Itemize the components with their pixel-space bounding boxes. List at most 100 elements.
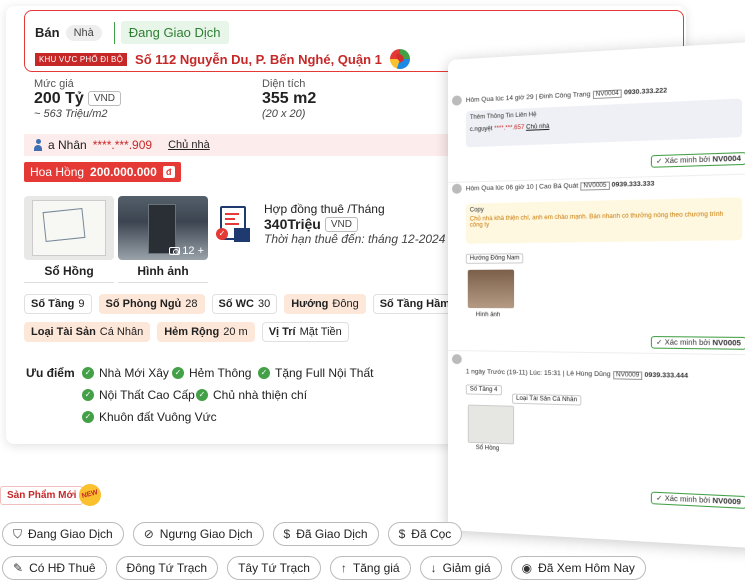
property-tag: Hẻm Rộng 20 m: [157, 322, 255, 342]
message-header: 1 ngày Trước (19-11) Lúc: 15:31 | Lê Hùn…: [465, 368, 689, 380]
check-icon: ✓: [82, 411, 94, 423]
dong-icon: đ: [162, 166, 175, 178]
đã-cọc-button[interactable]: $ Đã Cọc: [387, 522, 463, 546]
area-value: 355 m2: [262, 90, 317, 107]
property-tag: Số Phòng Ngủ 28: [98, 294, 205, 314]
address: Số 112 Nguyễn Du, P. Bến Nghé, Quận 1: [135, 51, 382, 67]
photo-thumbnail[interactable]: [467, 269, 515, 309]
lease-block: Hợp đồng thuê /Tháng 340Triệu VND Thời hạ…: [264, 202, 445, 246]
edit-icon: ✎: [13, 561, 24, 575]
direction-chip: Hướng Đông Nam: [465, 253, 524, 264]
tăng-giá-button[interactable]: ↑ Tăng giá: [329, 556, 411, 580]
check-icon: ✓: [82, 389, 94, 401]
area-label: Diện tích: [262, 78, 306, 90]
tây-tứ-trạch-button[interactable]: Tây Tứ Trạch: [227, 556, 321, 580]
verified-badge: ✓ Xác minh bởi NV0004: [650, 151, 745, 168]
status-badge[interactable]: Đang Giao Dịch: [120, 21, 229, 44]
advantage-item: ✓ Nhà Mới Xây: [82, 366, 169, 380]
photo-count: 12 +: [169, 245, 204, 257]
lease-unit: VND: [324, 217, 358, 232]
property-tag: Vị Trí Mặt Tiền: [261, 322, 349, 342]
commission-bar: Hoa Hồng 200.000.000 đ: [24, 162, 181, 182]
google-maps-icon[interactable]: [389, 49, 410, 69]
đang-giao-dịch-button[interactable]: ⛉ Đang Giao Dịch: [2, 522, 124, 546]
photos-label: Hình ảnh: [137, 264, 189, 278]
price-value: 200 Tỷ: [34, 90, 84, 107]
commission-label: Hoa Hồng: [30, 165, 85, 179]
land-title-thumbnail[interactable]: [24, 196, 114, 260]
message-header: Hôm Qua lúc 06 giờ 10 | Cao Bá Quát NV000…: [465, 180, 655, 193]
eye-icon: ◉: [521, 561, 533, 575]
activity-panel[interactable]: Hôm Qua lúc 14 giờ 29 | Đinh Công Trang N…: [448, 41, 745, 549]
property-tag: Loại Tài Sản Cá Nhân: [24, 322, 151, 342]
filter-actions: ✎ Có HĐ Thuê Đông Tứ Trạch Tây Tứ Trạch ↑ Tăn…: [2, 556, 646, 580]
advantage-item: ✓ Chủ nhà thiện chí: [196, 388, 307, 402]
có-hđ-thuê-button[interactable]: ✎ Có HĐ Thuê: [2, 556, 107, 580]
advantages-label: Ưu điểm: [26, 366, 75, 380]
property-tag: Số WC 30: [211, 294, 278, 314]
lease-title: Hợp đồng thuê /Tháng: [264, 202, 385, 216]
tag-chip: Loại Tài Sản Cá Nhân: [512, 393, 582, 406]
price-unit: VND: [87, 91, 121, 106]
area-dims: (20 x 20): [262, 108, 306, 120]
price-block: Mức giá 200 Tỷ VND ~ 563 Triệu/m2: [34, 78, 121, 120]
tag-chip: Số Tầng 4: [465, 384, 502, 396]
property-tag: Số Tầng 9: [24, 294, 92, 314]
owner-role-link[interactable]: Chủ nhà: [168, 139, 210, 151]
advantage-item: ✓ Nội Thất Cao Cấp: [82, 388, 195, 402]
price-per-m2: ~ 563 Triệu/m2: [34, 108, 108, 120]
message-header: Hôm Qua lúc 14 giờ 29 | Đinh Công Trang N…: [465, 87, 668, 105]
verified-badge: ✓ Xác minh bởi NV0009: [650, 491, 745, 509]
arrow-down-icon: ↓: [430, 561, 437, 575]
ngưng-giao-dịch-button[interactable]: ⊘ Ngưng Giao Dịch: [132, 522, 264, 546]
avatar: [451, 95, 462, 106]
arrow-up-icon: ↑: [340, 561, 347, 575]
land-title-label: Sổ Hồng: [44, 264, 94, 278]
ban-icon: ⊘: [143, 527, 154, 541]
advantage-item: ✓ Khuôn đất Vuông Vức: [82, 410, 217, 424]
camera-icon: [169, 247, 181, 255]
avatar: [451, 183, 462, 194]
activity-message: Hôm Qua lúc 06 giờ 10 | Cao Bá Quát NV000…: [448, 175, 745, 350]
giảm-giá-button[interactable]: ↓ Giảm giá: [419, 556, 502, 580]
dollar-icon: $: [398, 527, 406, 541]
property-tags-row-2: Loại Tài Sản Cá Nhân Hẻm Rộng 20 m Vị Trí Mặt…: [24, 322, 349, 342]
đã-giao-dịch-button[interactable]: $ Đã Giao Dịch: [272, 522, 379, 546]
đông-tứ-trạch-button[interactable]: Đông Tứ Trạch: [115, 556, 219, 580]
owner-phone[interactable]: ****.***.909: [93, 138, 152, 152]
commission-value: 200.000.000: [90, 165, 157, 179]
dollar-icon: $: [283, 527, 291, 541]
note-box: Copy Chủ nhà khá thiện chí, anh em chào …: [465, 197, 743, 244]
photo-gallery-thumbnail[interactable]: 12 +: [118, 196, 208, 260]
check-icon: ✓: [196, 389, 208, 401]
owner-name: a Nhân: [48, 138, 87, 152]
category-badge: Nhà: [65, 24, 102, 41]
property-tags-row-1: Số Tầng 9 Số Phòng Ngủ 28 Số WC 30 Hướng Đông Số…: [24, 294, 468, 314]
activity-message: 1 ngày Trước (19-11) Lúc: 15:31 | Lê Hùn…: [448, 354, 745, 509]
đã-xem-hôm-nay-button[interactable]: ◉ Đã Xem Hôm Nay: [510, 556, 646, 580]
avatar: [451, 354, 462, 365]
divider: [113, 21, 115, 44]
activity-message: Hôm Qua lúc 14 giờ 29 | Đinh Công Trang N…: [448, 81, 745, 168]
property-tag: Hướng Đông: [284, 294, 366, 314]
lease-term: Thời hạn thuê đến: tháng 12-2024: [264, 232, 446, 246]
area-block: Diện tích 355 m2 (20 x 20): [262, 78, 316, 120]
new-product-label: Sản Phẩm Mới: [0, 485, 84, 505]
person-icon: [34, 139, 42, 151]
zone-tag: KHU VỰC PHỐ ĐI BỘ: [35, 52, 128, 66]
lease-contract-icon: ✓: [216, 204, 252, 246]
advantage-item: ✓ Tặng Full Nội Thất: [258, 366, 374, 380]
verified-badge: ✓ Xác minh bởi NV0005: [650, 335, 745, 350]
shield-check-icon: ⛉: [13, 526, 23, 541]
listing-type: Bán: [35, 25, 60, 40]
new-product-badge: Sản Phẩm Mới NEW: [0, 481, 104, 509]
check-icon: ✓: [82, 367, 94, 379]
price-label: Mức giá: [34, 78, 74, 90]
check-icon: ✓: [258, 367, 270, 379]
land-title-thumbnail[interactable]: [467, 404, 515, 445]
check-icon: ✓: [172, 367, 184, 379]
contact-box: Thêm Thông Tin Liên Hệ c.nguyệt ****.***…: [465, 98, 743, 148]
lease-value: 340Triệu: [264, 216, 321, 232]
advantage-item: ✓ Hẻm Thông: [172, 366, 251, 380]
screen: Bán Nhà Đang Giao Dịch KHU VỰC PHỐ ĐI BỘ…: [0, 0, 745, 580]
